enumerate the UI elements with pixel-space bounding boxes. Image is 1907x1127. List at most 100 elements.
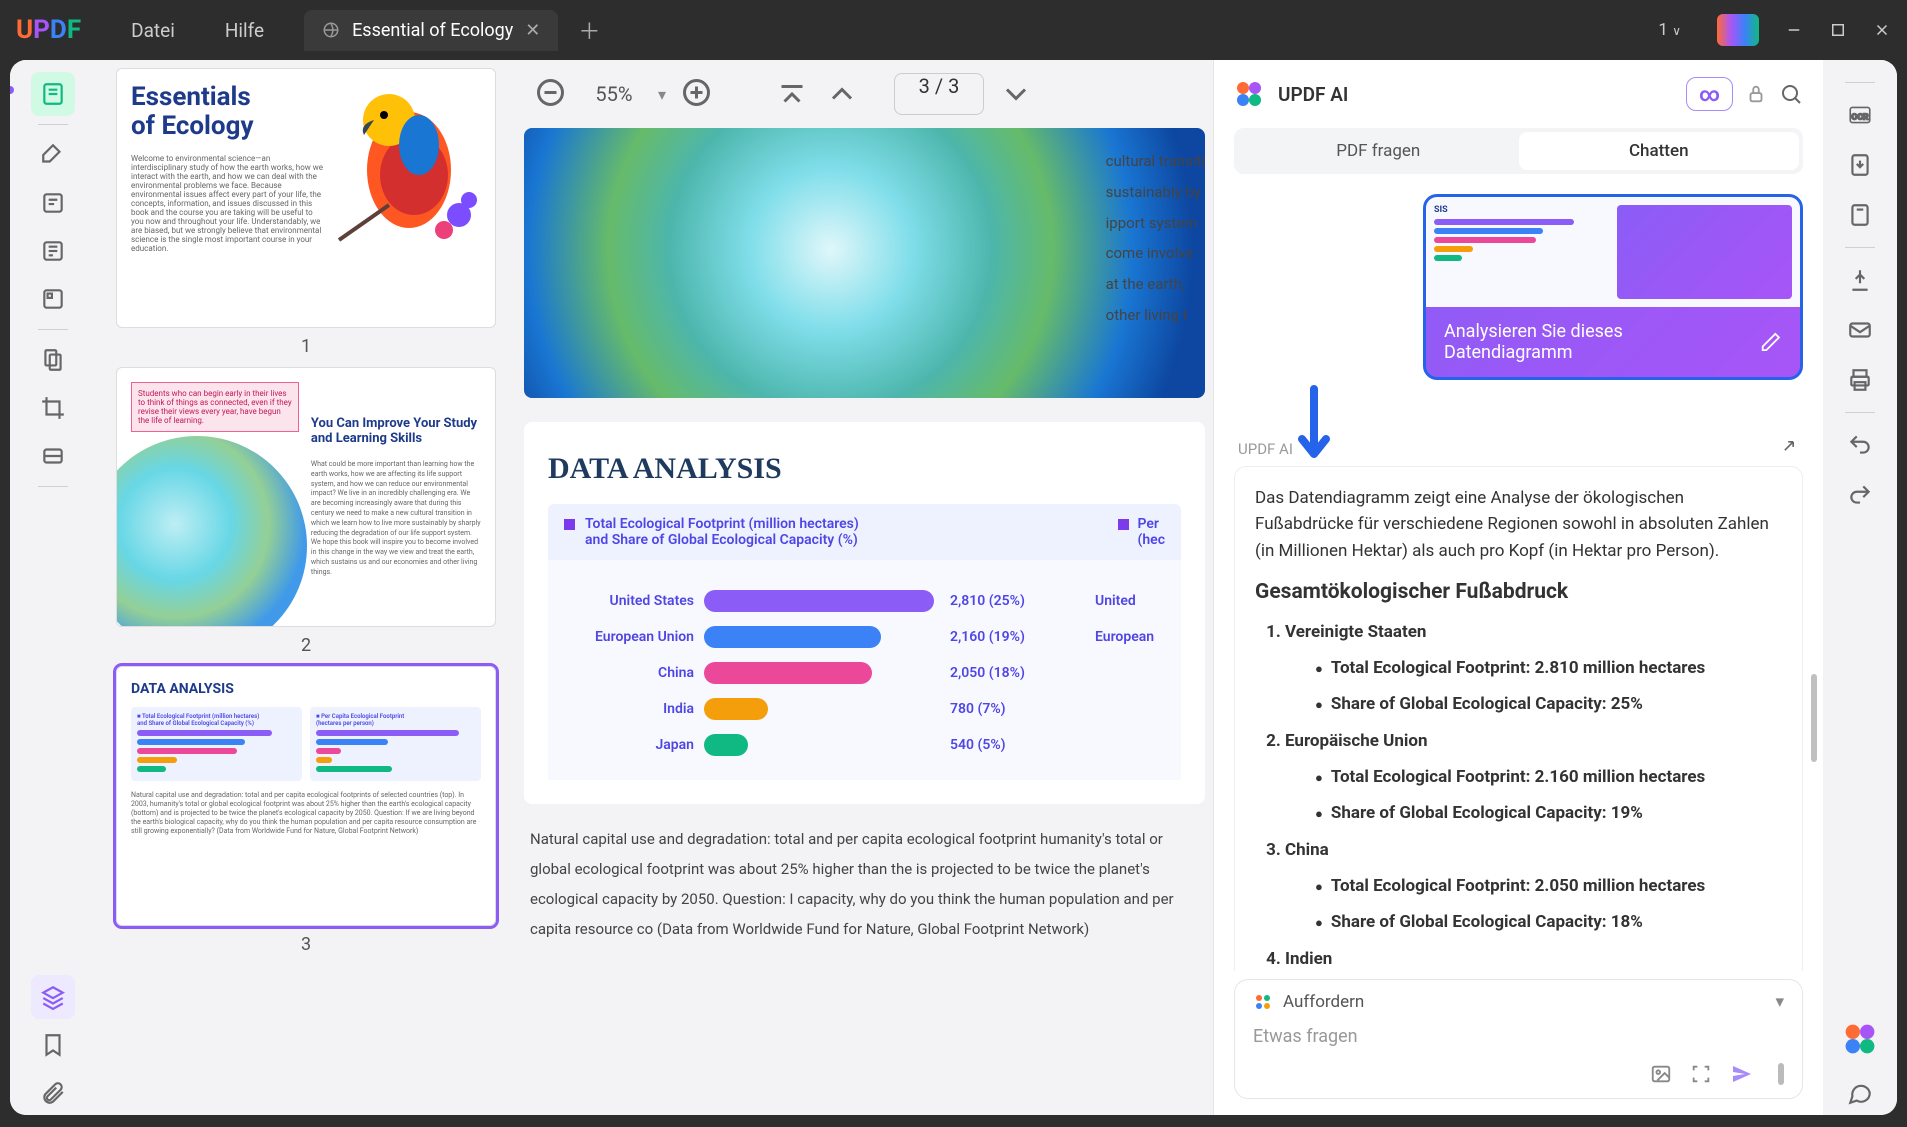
tab-pdf-fragen[interactable]: PDF fragen [1238,132,1519,170]
input-scrollbar[interactable] [1778,1063,1784,1085]
thumb3-col-left: ■ Total Ecological Footprint (million he… [131,707,302,781]
response-list-item: ChinaTotal Ecological Footprint: 2.050 m… [1285,837,1782,936]
legend-square-icon [1118,519,1129,530]
prev-page-button[interactable] [824,76,860,112]
thumb1-body: Welcome to environmental science—an inte… [131,154,324,253]
legend-square-icon [564,519,575,530]
indicator-dot [10,86,14,94]
globe-side-text: cultural transiti sustainably by ipport … [1106,146,1205,331]
window-count[interactable]: 1 ∨ [1658,20,1681,40]
response-list-item: Vereinigte StaatenTotal Ecological Footp… [1285,619,1782,718]
search-icon[interactable] [1779,82,1803,106]
user-message-text: Analysieren Sie dieses Datendiagramm [1444,321,1750,363]
svg-text:OCR: OCR [1851,112,1869,122]
titlebar: UPDF Datei Hilfe Essential of Ecology ✕ … [0,0,1907,60]
separator [1845,412,1875,413]
image-icon[interactable] [1650,1063,1672,1085]
annotate-button[interactable] [31,229,75,273]
ai-title: UPDF AI [1278,83,1348,106]
page-view: 55% ▾ 3 / 3 cultural transiti sustainabl… [516,60,1213,1115]
bookmark-button[interactable] [31,1023,75,1067]
share-button[interactable] [1838,258,1882,302]
reader-mode-button[interactable] [31,72,75,116]
ocr-button[interactable]: OCR [1838,93,1882,137]
zoom-in-button[interactable] [680,76,716,112]
tab-add-icon[interactable]: ＋ [578,14,600,46]
scrollbar-thumb[interactable] [1811,674,1817,762]
chart-bar-row: China 2,050 (18%) [564,662,1165,684]
page-tool-button[interactable] [31,338,75,382]
chart-body: United States 2,810 (25%) United European… [548,560,1181,780]
expand-icon[interactable] [1779,436,1799,456]
thumb2-title: You Can Improve Your Study and Learning … [311,416,481,446]
menu-bar: Datei Hilfe [131,19,264,42]
thumbnail-page-3[interactable]: DATA ANALYSIS ■ Total Ecological Footpri… [116,666,496,926]
thumbnail-page-2[interactable]: Students who can begin early in their li… [116,367,496,627]
page-toolbar: 55% ▾ 3 / 3 [516,60,1213,128]
response-intro: Das Datendiagramm zeigt eine Analyse der… [1255,485,1782,564]
ai-badge-button[interactable] [1717,14,1759,46]
thumbnail-panel[interactable]: Essentialsof Ecology Welcome to environm… [96,60,516,1115]
highlight-button[interactable] [31,133,75,177]
thumbnail-page-1[interactable]: Essentialsof Ecology Welcome to environm… [116,68,496,328]
menu-help[interactable]: Hilfe [225,19,264,42]
thumb3-note: Natural capital use and degradation: tot… [131,791,481,836]
chat-input-placeholder[interactable]: Etwas fragen [1253,1026,1784,1062]
ai-response: Das Datendiagramm zeigt eine Analyse der… [1234,466,1803,971]
redo-button[interactable] [1838,473,1882,517]
separator [38,486,68,487]
edit-icon[interactable] [1760,331,1782,353]
tab-chatten[interactable]: Chatten [1519,132,1800,170]
left-toolbar [10,60,96,1115]
thumb3-col-right: ■ Per Capita Ecological Footprint(hectar… [310,707,481,781]
print-button[interactable] [1838,358,1882,402]
chart-bar-row: United States 2,810 (25%) United [564,590,1165,612]
chart-bar-row: European Union 2,160 (19%) European [564,626,1165,648]
form-button[interactable] [31,277,75,321]
tab-close-icon[interactable]: ✕ [525,20,540,41]
comment-button[interactable] [31,181,75,225]
globe-image [524,128,1205,398]
zoom-out-button[interactable] [534,76,570,112]
undo-button[interactable] [1838,423,1882,467]
maximize-icon[interactable] [1829,21,1847,39]
email-button[interactable] [1838,308,1882,352]
export-button[interactable] [1838,143,1882,187]
response-list-item: Europäische UnionTotal Ecological Footpr… [1285,728,1782,827]
chevron-down-icon[interactable]: ▾ [1775,992,1784,1012]
attachment-button[interactable] [31,1071,75,1115]
redact-button[interactable] [31,434,75,478]
thumb-number: 3 [116,934,496,955]
layers-button[interactable] [31,975,75,1019]
ai-header: UPDF AI ∞ [1214,60,1823,128]
minimize-icon[interactable] [1785,21,1803,39]
chart-bar-row: Japan 540 (5%) [564,734,1165,756]
feedback-button[interactable] [1838,1071,1882,1115]
infinity-button[interactable]: ∞ [1686,77,1733,111]
zoom-dropdown-icon[interactable]: ▾ [658,85,666,104]
doc-icon [322,21,340,39]
send-button[interactable] [1730,1062,1754,1086]
chat-area[interactable]: SIS Analysieren Sie diese [1214,184,1823,971]
menu-file[interactable]: Datei [131,19,175,42]
thumb2-pinkbox: Students who can begin early in their li… [131,382,299,432]
tab-title: Essential of Ecology [352,20,513,41]
ai-fab-button[interactable] [1842,1021,1878,1057]
user-message-bubble: SIS Analysieren Sie diese [1423,194,1803,380]
document-tab[interactable]: Essential of Ecology ✕ [304,10,558,51]
zoom-level[interactable]: 55% [584,82,644,106]
crop-button[interactable] [31,386,75,430]
save-button[interactable] [1838,193,1882,237]
thumb3-title: DATA ANALYSIS [131,681,481,697]
crop-select-icon[interactable] [1690,1063,1712,1085]
chat-input-area[interactable]: Auffordern ▾ Etwas fragen [1234,979,1803,1099]
next-page-button[interactable] [998,76,1034,112]
prompt-icon [1253,992,1273,1012]
close-icon[interactable] [1873,21,1891,39]
thumb-number: 2 [116,635,496,656]
data-analysis-card: DATA ANALYSIS Total Ecological Footprint… [524,422,1205,804]
page-content[interactable]: cultural transiti sustainably by ipport … [516,128,1213,1115]
lock-icon[interactable] [1745,83,1767,105]
first-page-button[interactable] [774,76,810,112]
page-number-input[interactable]: 3 / 3 [894,73,984,115]
